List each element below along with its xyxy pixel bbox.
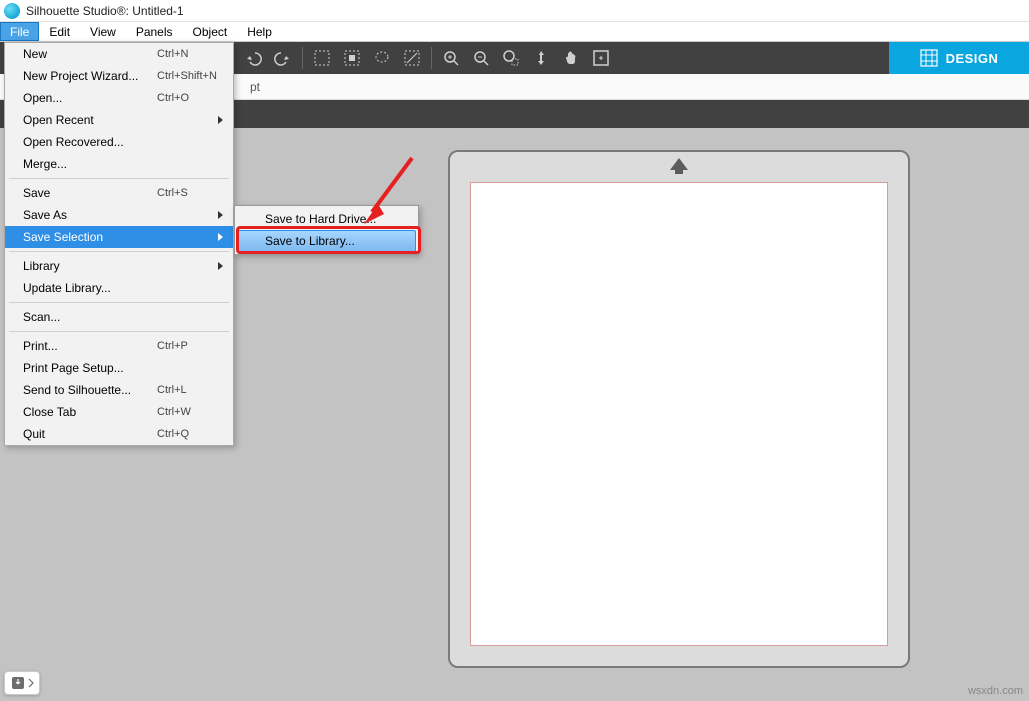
menu-item-label: Merge... <box>23 157 229 171</box>
menu-view[interactable]: View <box>80 22 126 41</box>
menu-item-label: Save Selection <box>23 230 218 244</box>
file-menu-scan[interactable]: Scan... <box>5 306 233 328</box>
menu-item-label: Save <box>23 186 157 200</box>
file-menu-dropdown: NewCtrl+NNew Project Wizard...Ctrl+Shift… <box>4 42 234 446</box>
file-menu-merge[interactable]: Merge... <box>5 153 233 175</box>
menu-item-label: Print... <box>23 339 157 353</box>
file-menu-send-to-silhouette[interactable]: Send to Silhouette...Ctrl+L <box>5 379 233 401</box>
redo-icon[interactable] <box>269 44 297 72</box>
menu-item-shortcut: Ctrl+Shift+N <box>157 70 229 82</box>
file-menu-save[interactable]: SaveCtrl+S <box>5 182 233 204</box>
fit-icon[interactable] <box>587 44 615 72</box>
select-icon[interactable] <box>308 44 336 72</box>
menu-item-label: Scan... <box>23 310 229 324</box>
submenu-arrow-icon <box>218 116 223 124</box>
file-menu-open-recovered[interactable]: Open Recovered... <box>5 131 233 153</box>
zoom-drag-icon[interactable] <box>527 44 555 72</box>
menu-item-shortcut: Ctrl+L <box>157 384 229 396</box>
file-menu-new[interactable]: NewCtrl+N <box>5 43 233 65</box>
submenu-save-to-hard-drive[interactable]: Save to Hard Drive... <box>237 208 416 230</box>
menu-item-label: Print Page Setup... <box>23 361 229 375</box>
download-icon <box>10 676 26 690</box>
menu-item-label: New Project Wizard... <box>23 69 157 83</box>
file-menu-save-as[interactable]: Save As <box>5 204 233 226</box>
watermark-text: wsxdn.com <box>968 685 1023 697</box>
page-tab-button[interactable] <box>4 671 40 695</box>
menu-item-label: Save As <box>23 208 218 222</box>
menu-item-label: Open Recovered... <box>23 135 229 149</box>
file-menu-save-selection[interactable]: Save Selection <box>5 226 233 248</box>
file-menu-close-tab[interactable]: Close TabCtrl+W <box>5 401 233 423</box>
menu-item-label: Open... <box>23 91 157 105</box>
menu-item-shortcut: Ctrl+P <box>157 340 229 352</box>
menu-item-label: Close Tab <box>23 405 157 419</box>
file-menu-new-project-wizard[interactable]: New Project Wizard...Ctrl+Shift+N <box>5 65 233 87</box>
menu-panels[interactable]: Panels <box>126 22 183 41</box>
file-menu-library[interactable]: Library <box>5 255 233 277</box>
submenu-arrow-icon <box>218 262 223 270</box>
pan-icon[interactable] <box>557 44 585 72</box>
file-menu-print[interactable]: Print...Ctrl+P <box>5 335 233 357</box>
menu-item-label: Send to Silhouette... <box>23 383 157 397</box>
marquee-icon[interactable] <box>338 44 366 72</box>
file-menu-open-recent[interactable]: Open Recent <box>5 109 233 131</box>
zoom-area-icon[interactable] <box>497 44 525 72</box>
design-tab[interactable]: DESIGN <box>889 42 1029 74</box>
undo-icon[interactable] <box>239 44 267 72</box>
save-selection-submenu: Save to Hard Drive...Save to Library... <box>234 205 419 255</box>
file-menu-update-library[interactable]: Update Library... <box>5 277 233 299</box>
lasso-icon[interactable] <box>368 44 396 72</box>
unit-label: pt <box>250 80 260 94</box>
app-icon <box>4 3 20 19</box>
submenu-arrow-icon <box>218 233 223 241</box>
design-page[interactable] <box>470 182 888 646</box>
menu-object[interactable]: Object <box>183 22 238 41</box>
zoom-out-icon[interactable] <box>467 44 495 72</box>
menu-item-label: New <box>23 47 157 61</box>
chevron-right-icon <box>28 678 34 688</box>
menu-file[interactable]: File <box>0 22 39 41</box>
menu-item-shortcut: Ctrl+S <box>157 187 229 199</box>
menu-item-label: Open Recent <box>23 113 218 127</box>
submenu-arrow-icon <box>218 211 223 219</box>
menu-item-label: Library <box>23 259 218 273</box>
window-title: Silhouette Studio®: Untitled-1 <box>26 4 184 18</box>
menu-help[interactable]: Help <box>237 22 282 41</box>
menu-edit[interactable]: Edit <box>39 22 80 41</box>
title-bar: Silhouette Studio®: Untitled-1 <box>0 0 1029 22</box>
cutting-mat[interactable] <box>448 150 910 668</box>
file-menu-print-page-setup[interactable]: Print Page Setup... <box>5 357 233 379</box>
grid-icon <box>920 49 938 67</box>
zoom-in-icon[interactable] <box>437 44 465 72</box>
menu-item-label: Quit <box>23 427 157 441</box>
menu-item-label: Update Library... <box>23 281 229 295</box>
menu-bar: FileEditViewPanelsObjectHelp <box>0 22 1029 42</box>
feed-arrow-icon <box>666 156 692 176</box>
submenu-save-to-library[interactable]: Save to Library... <box>237 230 416 252</box>
file-menu-open[interactable]: Open...Ctrl+O <box>5 87 233 109</box>
menu-item-shortcut: Ctrl+W <box>157 406 229 418</box>
menu-item-shortcut: Ctrl+N <box>157 48 229 60</box>
menu-item-shortcut: Ctrl+Q <box>157 428 229 440</box>
menu-item-shortcut: Ctrl+O <box>157 92 229 104</box>
design-tab-label: DESIGN <box>946 51 999 66</box>
file-menu-quit[interactable]: QuitCtrl+Q <box>5 423 233 445</box>
deselect-icon[interactable] <box>398 44 426 72</box>
